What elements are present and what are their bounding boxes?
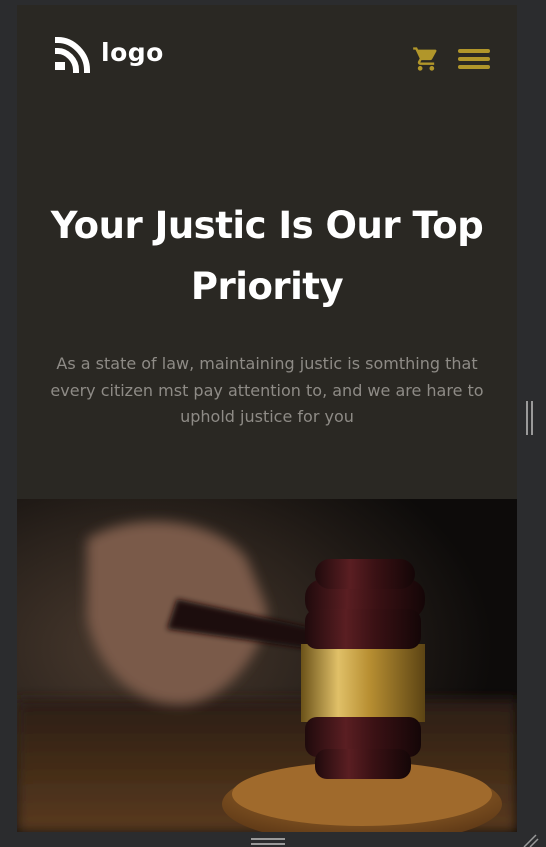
site-header: logo <box>17 5 517 105</box>
logo-mark-icon <box>55 36 91 73</box>
hero-section: Your Justic Is Our Top Priority As a sta… <box>17 195 517 431</box>
devtools-frame: logo Your Justic Is Our Top Priority As … <box>0 0 546 847</box>
logo-link[interactable]: logo <box>55 35 164 73</box>
hamburger-menu-icon[interactable] <box>458 47 490 71</box>
viewport-height-resize-handle[interactable] <box>251 838 285 847</box>
corner-resize-grip-icon[interactable] <box>520 833 540 847</box>
judge-gavel-photo <box>17 499 517 832</box>
logo-text: logo <box>101 37 164 67</box>
viewport-width-resize-handle[interactable] <box>526 401 534 435</box>
hero-subtitle: As a state of law, maintaining justic is… <box>50 354 484 426</box>
shopping-cart-icon[interactable] <box>412 45 440 73</box>
hero-title: Your Justic Is Our Top Priority <box>50 204 484 308</box>
page-viewport: logo Your Justic Is Our Top Priority As … <box>17 5 517 832</box>
